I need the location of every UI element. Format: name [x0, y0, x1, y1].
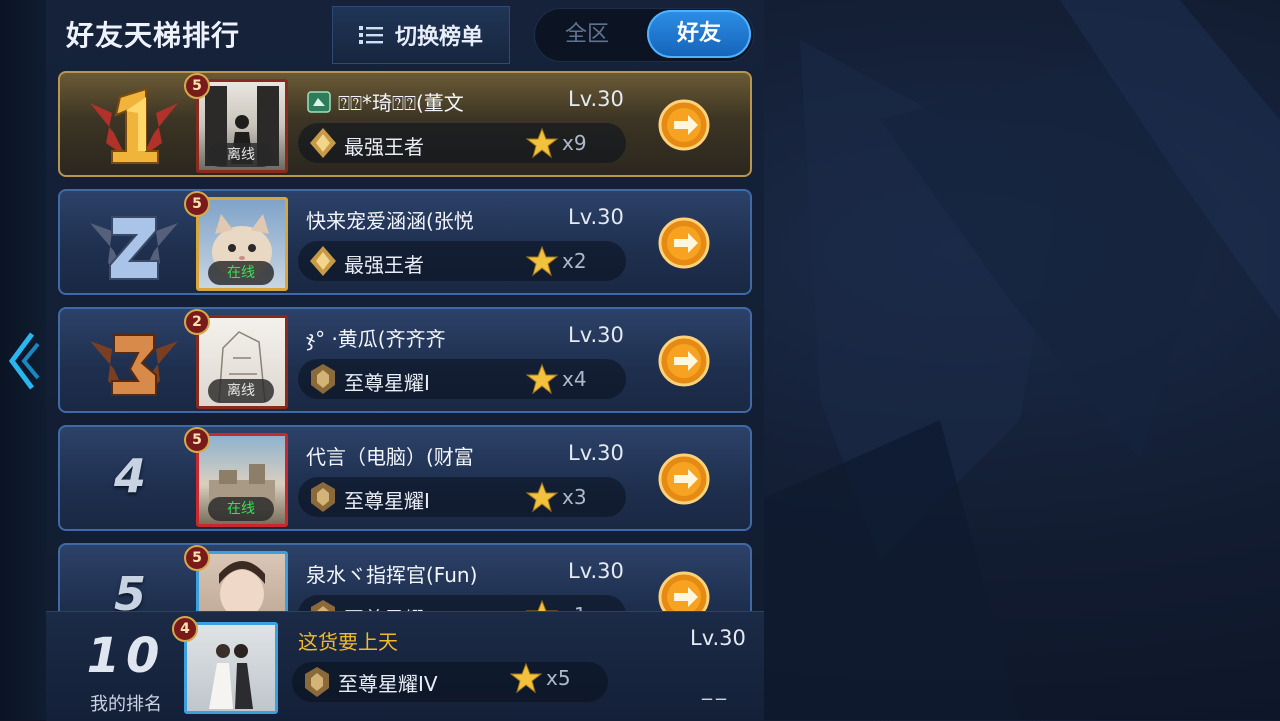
- game-card-icon: [307, 91, 331, 113]
- star-count: x9: [562, 131, 587, 155]
- status-badge: 在线: [208, 497, 274, 521]
- tier-name: 至尊星耀I: [344, 371, 430, 395]
- back-chevron-icon[interactable]: [6, 330, 40, 392]
- tier-name: 至尊星耀I: [344, 603, 430, 611]
- ranking-row[interactable]: 5 在线 快来宠爱涵涵(张悦 Lv.30 最强王者 x2: [58, 189, 752, 295]
- star-count: x4: [562, 367, 587, 391]
- star-count: x2: [562, 249, 587, 273]
- tier-star-glory-icon: [311, 482, 335, 512]
- background-emblem: [760, 0, 1280, 720]
- gift-coin-icon[interactable]: [658, 453, 710, 505]
- status-badge: 在线: [208, 261, 274, 285]
- tab-friends[interactable]: 好友: [647, 10, 751, 58]
- my-rank-label: 我的排名: [90, 694, 162, 715]
- scope-toggle: 全区 好友: [534, 8, 754, 62]
- tier-name: 至尊星耀I: [344, 489, 430, 513]
- level-badge: 5: [184, 191, 210, 217]
- tier-name: 至尊星耀IV: [338, 672, 438, 696]
- switch-leaderboard-button[interactable]: 切换榜单: [332, 6, 510, 64]
- star-icon: [510, 662, 542, 694]
- rank-2-badge: [90, 216, 178, 280]
- rank-number: 4: [113, 449, 146, 503]
- level-badge: 4: [172, 616, 198, 642]
- tier-star-glory-icon: [311, 364, 335, 394]
- tier-king-icon: [310, 128, 336, 158]
- player-level: Lv.30: [568, 323, 624, 347]
- tier-name: 最强王者: [344, 135, 424, 159]
- player-level: Lv.30: [568, 87, 624, 111]
- tier-king-icon: [310, 246, 336, 276]
- tab-all-region[interactable]: 全区: [535, 9, 639, 61]
- player-name: ჯ° ·黄瓜(齐齐齐: [306, 327, 446, 351]
- tier-star-glory-icon: [311, 600, 335, 611]
- panel-header: 好友天梯排行 切换榜单 全区 好友: [46, 0, 764, 68]
- star-count: x3: [562, 485, 587, 509]
- player-name: 快来宠爱涵涵(张悦: [306, 209, 474, 233]
- player-level: Lv.30: [568, 441, 624, 465]
- star-icon: [526, 481, 558, 513]
- tier-star-glory-icon: [305, 667, 329, 697]
- star-icon: [526, 127, 558, 159]
- gift-coin-icon[interactable]: [658, 217, 710, 269]
- star-count: x1: [562, 603, 587, 611]
- level-badge: 5: [184, 545, 210, 571]
- rank-3-badge: [90, 334, 178, 396]
- avatar-image: [219, 561, 265, 611]
- page-title: 好友天梯排行: [66, 19, 241, 52]
- star-count: x5: [546, 666, 571, 690]
- star-icon: [526, 245, 558, 277]
- my-extra-value: __: [702, 676, 730, 700]
- rank-number: 5: [113, 567, 146, 611]
- player-name-text: ⍰⍰*琦⍰⍰(董文: [338, 91, 464, 115]
- ranking-row[interactable]: 5 5 泉水ヾ指挥官(Fun) Lv.30 至尊星耀I x1: [58, 543, 752, 611]
- side-collapse-tab[interactable]: [0, 0, 46, 720]
- ranking-row[interactable]: 2 离线 ჯ° ·黄瓜(齐齐齐 Lv.30 至尊星耀I x4: [58, 307, 752, 413]
- player-name: 泉水ヾ指挥官(Fun): [306, 563, 478, 587]
- status-badge: 离线: [208, 143, 274, 167]
- ranking-row[interactable]: 5 离线 ⍰⍰*琦⍰⍰(董文 Lv.30 最强王者 x9: [58, 71, 752, 177]
- gift-coin-icon[interactable]: [658, 335, 710, 387]
- player-name: ⍰⍰*琦⍰⍰(董文: [306, 87, 464, 116]
- gift-coin-icon[interactable]: [658, 571, 710, 611]
- my-rank-number: 10: [86, 628, 166, 684]
- level-badge: 2: [184, 309, 210, 335]
- my-player-level: Lv.30: [690, 626, 746, 650]
- level-badge: 5: [184, 73, 210, 99]
- tier-name: 最强王者: [344, 253, 424, 277]
- level-badge: 5: [184, 427, 210, 453]
- status-badge: 离线: [208, 379, 274, 403]
- player-name: 代言（电脑）(财富: [306, 445, 474, 469]
- star-icon: [526, 599, 558, 611]
- menu-list-icon: [358, 26, 383, 44]
- player-level: Lv.30: [568, 559, 624, 583]
- avatar-image: [209, 644, 253, 709]
- ranking-list[interactable]: 5 离线 ⍰⍰*琦⍰⍰(董文 Lv.30 最强王者 x9 5 在线 快来宠爱涵涵…: [46, 68, 764, 611]
- star-icon: [526, 363, 558, 395]
- rank-1-badge: [90, 87, 178, 164]
- leaderboard-panel: 好友天梯排行 切换榜单 全区 好友 5 离线 ⍰⍰*琦⍰⍰(董文 Lv.30 最…: [46, 0, 764, 721]
- my-player-name: 这货要上天: [298, 630, 398, 654]
- avatar[interactable]: [184, 622, 278, 714]
- my-rank-bar: 10 我的排名 4 这货要上天 Lv.30 至尊星耀IV x5 __: [46, 611, 764, 721]
- ranking-row[interactable]: 4 5 在线 代言（电脑）(财富 Lv.30 至尊星耀I x3: [58, 425, 752, 531]
- gift-coin-icon[interactable]: [658, 99, 710, 151]
- switch-leaderboard-label: 切换榜单: [394, 25, 483, 50]
- player-level: Lv.30: [568, 205, 624, 229]
